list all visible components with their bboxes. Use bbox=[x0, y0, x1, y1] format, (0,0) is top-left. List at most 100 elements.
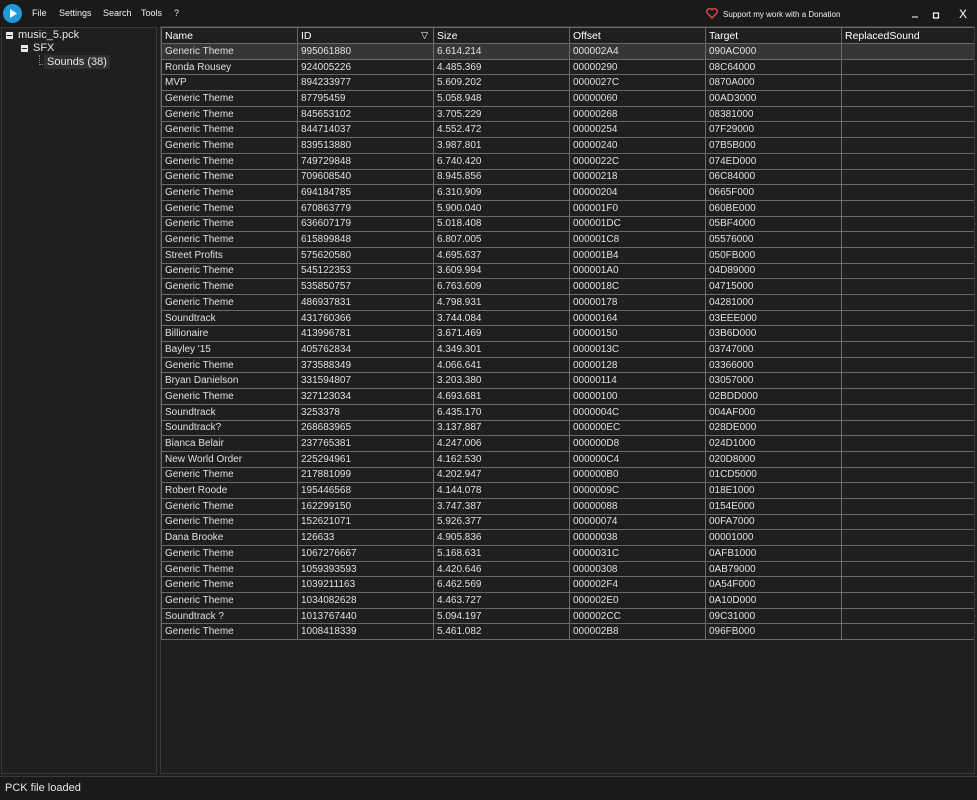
cell-id[interactable]: 670863779 bbox=[297, 199, 434, 217]
cell-id[interactable]: 405762834 bbox=[297, 341, 434, 358]
cell-target[interactable]: 0870A000 bbox=[705, 74, 842, 92]
table-row[interactable]: Generic Theme 486937831 4.798.931 00000178 0… bbox=[161, 294, 974, 311]
cell-id[interactable]: 237765381 bbox=[297, 435, 434, 452]
table-row[interactable]: Generic Theme 845653102 3.705.229 00000268 0… bbox=[161, 105, 974, 123]
cell-replaced-sound[interactable] bbox=[841, 607, 974, 625]
cell-target[interactable]: 0AFB1000 bbox=[705, 545, 842, 562]
cell-name[interactable]: Generic Theme bbox=[161, 356, 298, 374]
cell-size[interactable]: 4.552.472 bbox=[433, 121, 570, 139]
table-row[interactable]: Bianca Belair 237765381 4.247.006 000000D8 0… bbox=[161, 435, 974, 452]
table-row[interactable]: Generic Theme 152621071 5.926.377 00000074 0… bbox=[161, 513, 974, 531]
cell-replaced-sound[interactable] bbox=[841, 545, 974, 562]
cell-offset[interactable]: 00000178 bbox=[569, 294, 706, 311]
cell-target[interactable]: 090AC000 bbox=[705, 43, 842, 60]
table-row[interactable]: Generic Theme 1067276667 5.168.631 0000031C… bbox=[161, 545, 974, 562]
cell-id[interactable]: 844714037 bbox=[297, 121, 434, 139]
cell-offset[interactable]: 00000100 bbox=[569, 388, 706, 405]
menu-settings[interactable]: Settings bbox=[59, 8, 92, 18]
cell-offset[interactable]: 000001B4 bbox=[569, 246, 706, 264]
cell-offset[interactable]: 00000088 bbox=[569, 497, 706, 515]
cell-replaced-sound[interactable] bbox=[841, 325, 974, 343]
tree-node-sounds[interactable]: Sounds (38) bbox=[44, 55, 110, 69]
cell-replaced-sound[interactable] bbox=[841, 278, 974, 295]
cell-size[interactable]: 4.162.530 bbox=[433, 450, 570, 468]
cell-size[interactable]: 4.066.641 bbox=[433, 356, 570, 374]
cell-replaced-sound[interactable] bbox=[841, 560, 974, 578]
cell-size[interactable]: 4.202.947 bbox=[433, 466, 570, 484]
table-row[interactable]: Bryan Danielson 331594807 3.203.380 0000011… bbox=[161, 372, 974, 390]
table-row[interactable]: Generic Theme 545122353 3.609.994 000001A0 0… bbox=[161, 262, 974, 280]
cell-id[interactable]: 126633 bbox=[297, 529, 434, 546]
tree-node-root[interactable]: music_5.pck bbox=[6, 28, 79, 42]
cell-id[interactable]: 636607179 bbox=[297, 215, 434, 233]
cell-target[interactable]: 07B5B000 bbox=[705, 137, 842, 154]
cell-replaced-sound[interactable] bbox=[841, 341, 974, 358]
cell-id[interactable]: 486937831 bbox=[297, 294, 434, 311]
cell-target[interactable]: 020D8000 bbox=[705, 450, 842, 468]
cell-id[interactable]: 545122353 bbox=[297, 262, 434, 280]
cell-id[interactable]: 268683965 bbox=[297, 419, 434, 437]
cell-replaced-sound[interactable] bbox=[841, 435, 974, 452]
cell-offset[interactable]: 0000027C bbox=[569, 74, 706, 92]
minimize-button[interactable] bbox=[907, 6, 923, 22]
cell-target[interactable]: 0154E000 bbox=[705, 497, 842, 515]
cell-size[interactable]: 3.203.380 bbox=[433, 372, 570, 390]
cell-replaced-sound[interactable] bbox=[841, 466, 974, 484]
cell-replaced-sound[interactable] bbox=[841, 309, 974, 327]
cell-offset[interactable]: 000001F0 bbox=[569, 199, 706, 217]
cell-id[interactable]: 331594807 bbox=[297, 372, 434, 390]
cell-replaced-sound[interactable] bbox=[841, 623, 974, 641]
cell-size[interactable]: 5.094.197 bbox=[433, 607, 570, 625]
cell-offset[interactable]: 000000EC bbox=[569, 419, 706, 437]
cell-name[interactable]: Generic Theme bbox=[161, 497, 298, 515]
cell-id[interactable]: 615899848 bbox=[297, 231, 434, 248]
cell-name[interactable]: Generic Theme bbox=[161, 278, 298, 295]
cell-offset[interactable]: 000001DC bbox=[569, 215, 706, 233]
cell-id[interactable]: 845653102 bbox=[297, 105, 434, 123]
cell-target[interactable]: 03B6D000 bbox=[705, 325, 842, 343]
cell-name[interactable]: Generic Theme bbox=[161, 623, 298, 641]
cell-target[interactable]: 04281000 bbox=[705, 294, 842, 311]
cell-name[interactable]: New World Order bbox=[161, 450, 298, 468]
cell-offset[interactable]: 0000022C bbox=[569, 152, 706, 170]
cell-target[interactable]: 024D1000 bbox=[705, 435, 842, 452]
cell-id[interactable]: 995061880 bbox=[297, 43, 434, 60]
table-row[interactable]: Generic Theme 694184785 6.310.909 00000204 0… bbox=[161, 184, 974, 201]
cell-offset[interactable]: 000001A0 bbox=[569, 262, 706, 280]
cell-size[interactable]: 3.987.801 bbox=[433, 137, 570, 154]
cell-name[interactable]: Generic Theme bbox=[161, 231, 298, 248]
maximize-button[interactable] bbox=[928, 6, 944, 22]
cell-offset[interactable]: 00000128 bbox=[569, 356, 706, 374]
cell-size[interactable]: 3.747.387 bbox=[433, 497, 570, 515]
cell-size[interactable]: 5.900.040 bbox=[433, 199, 570, 217]
cell-size[interactable]: 4.144.078 bbox=[433, 482, 570, 499]
cell-replaced-sound[interactable] bbox=[841, 43, 974, 60]
cell-name[interactable]: Generic Theme bbox=[161, 215, 298, 233]
column-header-offset[interactable]: Offset bbox=[569, 27, 706, 44]
cell-name[interactable]: Bryan Danielson bbox=[161, 372, 298, 390]
cell-replaced-sound[interactable] bbox=[841, 497, 974, 515]
cell-offset[interactable]: 00000164 bbox=[569, 309, 706, 327]
cell-name[interactable]: Generic Theme bbox=[161, 294, 298, 311]
cell-size[interactable]: 5.609.202 bbox=[433, 74, 570, 92]
cell-replaced-sound[interactable] bbox=[841, 184, 974, 201]
cell-target[interactable]: 08C64000 bbox=[705, 58, 842, 76]
cell-offset[interactable]: 00000268 bbox=[569, 105, 706, 123]
table-row[interactable]: Generic Theme 839513880 3.987.801 00000240 0… bbox=[161, 137, 974, 154]
cell-target[interactable]: 03366000 bbox=[705, 356, 842, 374]
cell-replaced-sound[interactable] bbox=[841, 105, 974, 123]
cell-offset[interactable]: 000002E0 bbox=[569, 592, 706, 609]
cell-name[interactable]: Bayley '15 bbox=[161, 341, 298, 358]
cell-id[interactable]: 1067276667 bbox=[297, 545, 434, 562]
cell-replaced-sound[interactable] bbox=[841, 576, 974, 594]
cell-offset[interactable]: 00000218 bbox=[569, 168, 706, 186]
cell-name[interactable]: Generic Theme bbox=[161, 560, 298, 578]
table-row[interactable]: Soundtrack 3253378 6.435.170 0000004C 004AF0… bbox=[161, 403, 974, 421]
cell-id[interactable]: 1039211163 bbox=[297, 576, 434, 594]
menu-tools[interactable]: Tools bbox=[141, 8, 162, 18]
cell-size[interactable]: 4.905.836 bbox=[433, 529, 570, 546]
cell-replaced-sound[interactable] bbox=[841, 388, 974, 405]
table-row[interactable]: Generic Theme 1059393593 4.420.646 00000308… bbox=[161, 560, 974, 578]
cell-size[interactable]: 8.945.856 bbox=[433, 168, 570, 186]
cell-name[interactable]: Soundtrack bbox=[161, 403, 298, 421]
